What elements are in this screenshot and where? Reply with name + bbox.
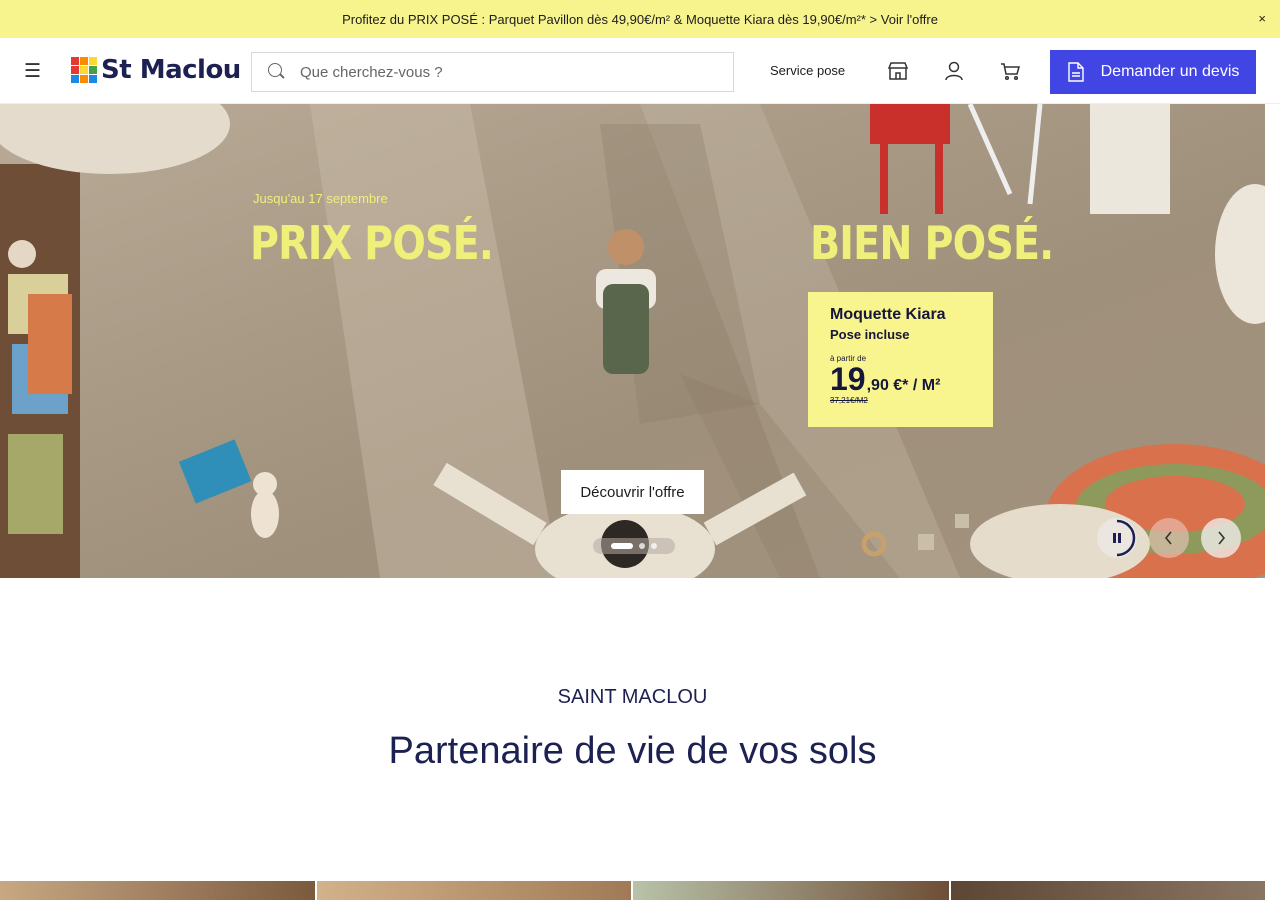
close-icon[interactable]: × bbox=[1258, 11, 1266, 26]
promo-text[interactable]: Profitez du PRIX POSÉ : Parquet Pavillon… bbox=[342, 12, 938, 27]
hero-title-left: PRIX POSÉ. bbox=[250, 216, 494, 270]
hero-date: Jusqu'au 17 septembre bbox=[253, 191, 388, 206]
category-image-strip bbox=[0, 881, 1265, 900]
category-image[interactable] bbox=[0, 881, 315, 900]
product-name: Moquette Kiara bbox=[830, 306, 946, 323]
store-icon[interactable] bbox=[887, 60, 909, 82]
section-kicker: SAINT MACLOU bbox=[557, 686, 708, 708]
carousel-dot[interactable] bbox=[651, 543, 657, 549]
document-icon bbox=[1067, 62, 1084, 82]
prev-slide-button[interactable] bbox=[1149, 518, 1189, 558]
menu-icon[interactable]: ☰ bbox=[24, 60, 41, 83]
search-bar[interactable] bbox=[251, 52, 734, 92]
logo[interactable]: St Maclou bbox=[71, 55, 241, 85]
pause-button[interactable] bbox=[1097, 518, 1137, 558]
price-card: Moquette Kiara Pose incluse à partir de … bbox=[808, 292, 993, 427]
product-subtitle: Pose incluse bbox=[830, 327, 910, 342]
carousel-dot[interactable] bbox=[639, 543, 645, 549]
old-price: 37,21€/M2 bbox=[830, 396, 868, 405]
carousel-dot[interactable] bbox=[611, 543, 633, 549]
price: 19 ,90 €* / M² bbox=[830, 361, 993, 398]
logo-text: St Maclou bbox=[101, 55, 241, 85]
promo-banner[interactable]: Profitez du PRIX POSÉ : Parquet Pavillon… bbox=[0, 0, 1280, 38]
section-headline: Partenaire de vie de vos sols bbox=[388, 730, 877, 772]
search-icon bbox=[268, 63, 286, 81]
search-input[interactable] bbox=[300, 63, 700, 81]
price-decimal: ,90 €* / M² bbox=[866, 377, 941, 394]
hero-title-right: BIEN POSÉ. bbox=[810, 216, 1054, 270]
site-header: ☰ St Maclou Service pose Demander un dev… bbox=[0, 38, 1280, 104]
cart-icon[interactable] bbox=[999, 60, 1021, 82]
chevron-right-icon bbox=[1218, 531, 1226, 545]
service-pose-link[interactable]: Service pose bbox=[770, 63, 845, 78]
request-quote-button[interactable]: Demander un devis bbox=[1050, 50, 1256, 94]
category-image[interactable] bbox=[317, 881, 631, 900]
discover-offer-button[interactable]: Découvrir l'offre bbox=[561, 470, 704, 514]
request-quote-label: Demander un devis bbox=[1100, 63, 1240, 80]
hero-banner[interactable]: Jusqu'au 17 septembre PRIX POSÉ. BIEN PO… bbox=[0, 104, 1265, 578]
logo-mark-icon bbox=[71, 57, 97, 83]
carousel-dots bbox=[593, 538, 675, 554]
category-image[interactable] bbox=[951, 881, 1265, 900]
next-slide-button[interactable] bbox=[1201, 518, 1241, 558]
pause-icon bbox=[1113, 519, 1136, 557]
chevron-left-icon bbox=[1164, 531, 1172, 545]
user-icon[interactable] bbox=[943, 60, 965, 82]
price-integer: 19 bbox=[830, 361, 866, 397]
category-image[interactable] bbox=[633, 881, 949, 900]
